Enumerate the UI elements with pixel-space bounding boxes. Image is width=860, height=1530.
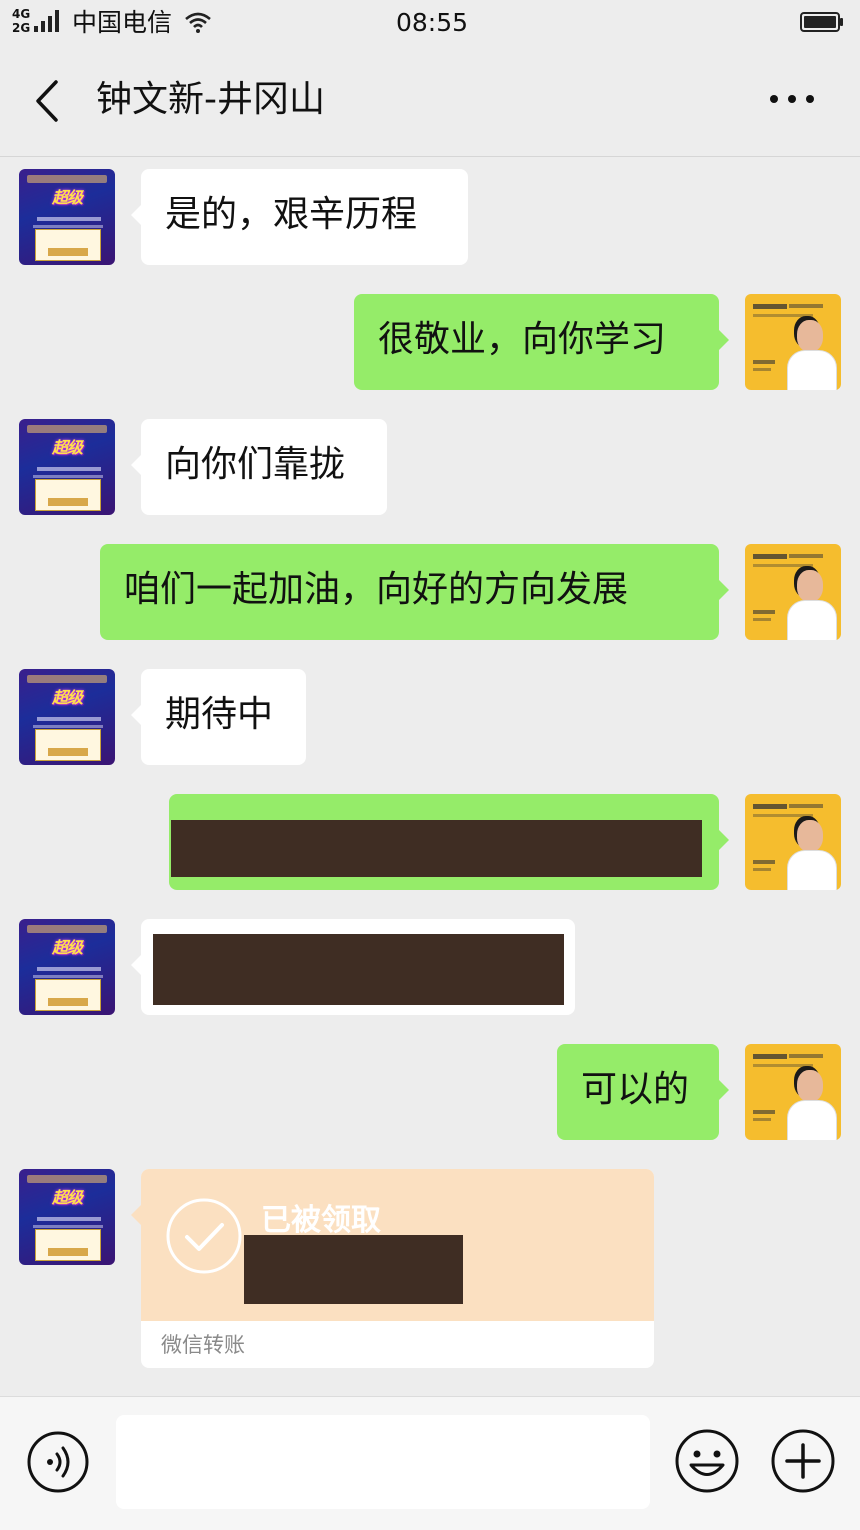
self-avatar[interactable] [745, 544, 841, 640]
chat-header: 钟文新-井冈山 [0, 48, 860, 157]
message-bubble-incoming[interactable]: 期待中 [131, 669, 306, 765]
network-2g-label: 2G [12, 21, 31, 35]
message-bubble-outgoing[interactable]: 可以的 [557, 1044, 729, 1140]
clock: 08:55 [396, 8, 469, 37]
signal-icon [34, 8, 64, 32]
message-bubble-outgoing-redacted[interactable] [169, 794, 729, 890]
message-bubble-incoming-redacted[interactable] [131, 919, 575, 1015]
message-bubble-outgoing[interactable]: 很敬业，向你学习 [354, 294, 729, 390]
message-bubble-incoming[interactable]: 向你们靠拢 [131, 419, 387, 515]
checkmark-circle-icon [166, 1198, 242, 1274]
transfer-card-body: 已被领取 [141, 1169, 654, 1321]
chat-title: 钟文新-井冈山 [96, 79, 325, 120]
redaction-block [171, 820, 702, 877]
self-avatar[interactable] [745, 294, 841, 390]
carrier-name: 中国电信 [72, 8, 173, 37]
contact-avatar[interactable]: 超级 [19, 919, 115, 1015]
self-avatar[interactable] [745, 1044, 841, 1140]
back-chevron-icon[interactable] [30, 78, 66, 124]
contact-avatar[interactable]: 超级 [19, 1169, 115, 1265]
network-4g-label: 4G [12, 7, 31, 21]
transfer-bubble-tail [131, 1205, 141, 1225]
voice-icon[interactable] [26, 1430, 90, 1494]
contact-avatar[interactable]: 超级 [19, 419, 115, 515]
message-bubble-incoming[interactable]: 是的，艰辛历程 [131, 169, 468, 265]
self-avatar[interactable] [745, 794, 841, 890]
redaction-block [153, 934, 564, 1005]
transfer-footer-label: 微信转账 [161, 1333, 245, 1357]
wechat-transfer-card[interactable]: 已被领取 微信转账 [141, 1169, 654, 1368]
contact-avatar[interactable]: 超级 [19, 669, 115, 765]
wifi-icon [185, 12, 211, 33]
status-bar: 4G 2G 中国电信 08:55 [0, 0, 860, 48]
chat-input-bar [0, 1396, 860, 1530]
more-dots-icon[interactable] [766, 84, 818, 114]
emoji-icon[interactable] [674, 1428, 740, 1494]
message-bubble-outgoing[interactable]: 咱们一起加油，向好的方向发展 [100, 544, 729, 640]
plus-icon[interactable] [770, 1428, 836, 1494]
message-input[interactable] [116, 1415, 650, 1509]
battery-icon [800, 12, 843, 32]
contact-avatar[interactable]: 超级 [19, 169, 115, 265]
transfer-amount-redaction [244, 1235, 463, 1304]
